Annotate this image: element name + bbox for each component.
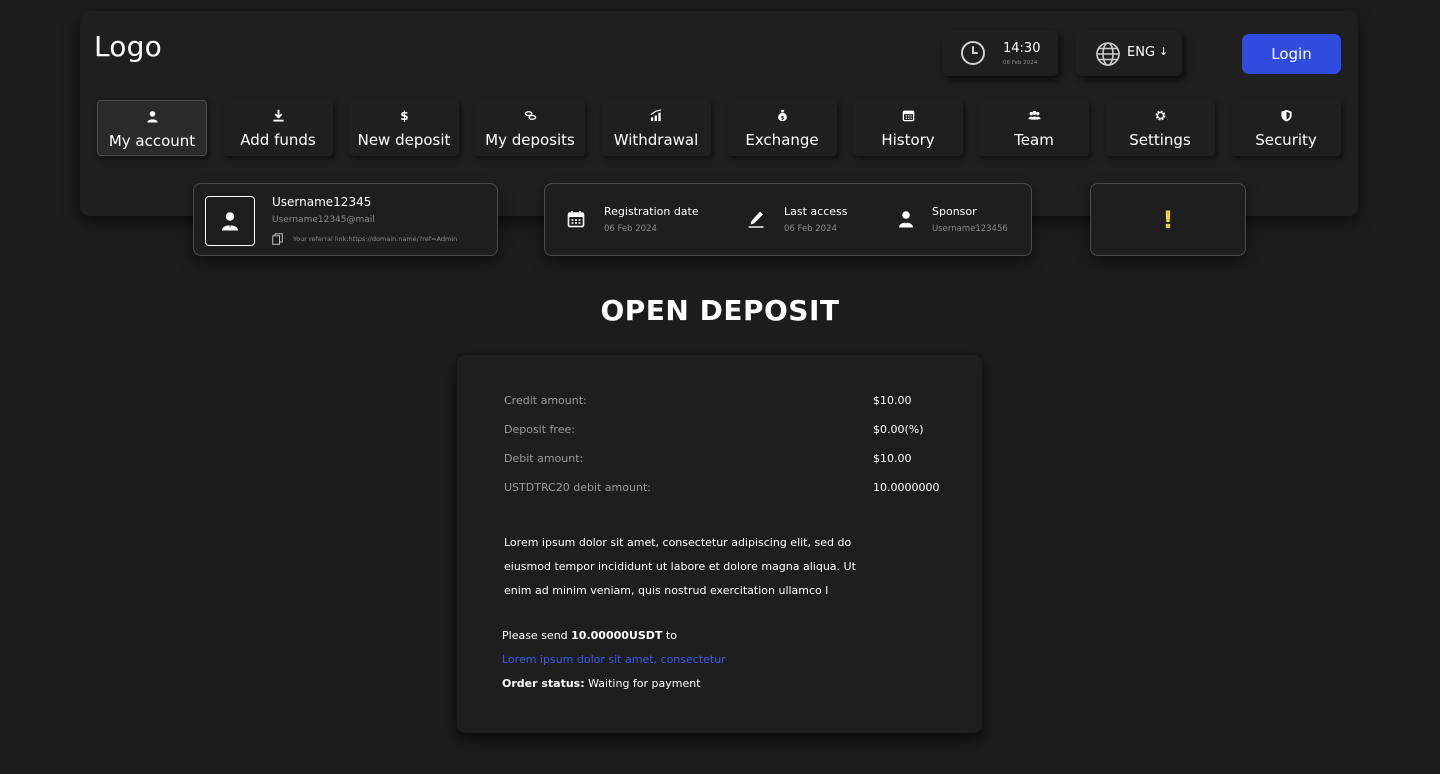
- referral-link[interactable]: Your referral link:https://domain.name/?…: [293, 235, 457, 243]
- pen-icon: [748, 211, 764, 228]
- logo[interactable]: Logo: [94, 30, 162, 63]
- last-access-value: 06 Feb 2024: [784, 224, 837, 234]
- usdt-debit-value: 10.0000000: [873, 481, 940, 494]
- avatar[interactable]: [205, 196, 255, 246]
- deposit-description: Lorem ipsum dolor sit amet, consectetur …: [504, 536, 856, 597]
- nav-label: Settings: [1129, 131, 1191, 149]
- dollar-icon: $: [397, 108, 411, 122]
- debit-amount-label: Debit amount:: [504, 452, 584, 465]
- language-selector[interactable]: ENG ↓: [1076, 30, 1182, 76]
- nav-label: Withdrawal: [613, 131, 699, 149]
- nav-item-withdrawal[interactable]: Withdrawal: [601, 100, 711, 156]
- nav-label: Team: [1014, 131, 1054, 149]
- deposit-card: Credit amount: $10.00 Deposit free: $0.0…: [457, 355, 982, 733]
- nav-item-settings[interactable]: Settings: [1105, 100, 1215, 156]
- send-prefix: Please send: [502, 629, 572, 642]
- nav-label: Security: [1255, 131, 1317, 149]
- language-label: ENG: [1127, 45, 1156, 60]
- usdt-debit-label: USTDTRC20 debit amount:: [504, 481, 651, 494]
- order-status-value: Waiting for payment: [584, 677, 701, 690]
- nav-label: History: [881, 131, 935, 149]
- user-avatar-icon: [222, 212, 238, 231]
- chevron-down-icon: ↓: [1159, 45, 1169, 58]
- deposit-fee-value: $0.00(%): [873, 423, 924, 436]
- clock-icon: [961, 41, 985, 65]
- svg-text:$: $: [400, 109, 408, 122]
- nav-item-add-funds[interactable]: Add funds: [223, 100, 333, 156]
- send-instruction: Please send 10.00000USDT to: [502, 629, 677, 642]
- nav-item-my-deposits[interactable]: My deposits: [475, 100, 585, 156]
- money-bag-icon: $: [775, 108, 789, 122]
- copy-icon[interactable]: [272, 233, 283, 245]
- user-icon: [145, 109, 159, 123]
- calendar-icon: [901, 108, 915, 122]
- alert-icon: !: [1162, 205, 1174, 234]
- main-nav: My account Add funds $ New deposit My de…: [97, 100, 1349, 156]
- globe-icon: [1096, 42, 1120, 66]
- chart-up-icon: [649, 108, 663, 122]
- alert-card[interactable]: !: [1090, 183, 1246, 256]
- calendar-icon: [567, 211, 585, 228]
- order-status: Order status: Waiting for payment: [502, 677, 701, 690]
- nav-label: My deposits: [485, 131, 575, 149]
- registration-date-label: Registration date: [604, 205, 699, 218]
- user-email: Username12345@mail: [272, 215, 375, 225]
- nav-label: My account: [108, 132, 196, 150]
- page-title: OPEN DEPOSIT: [600, 294, 840, 327]
- nav-item-my-account[interactable]: My account: [97, 100, 207, 156]
- nav-label: New deposit: [357, 131, 451, 149]
- account-info-card: Registration date 06 Feb 2024 Last acces…: [544, 183, 1032, 256]
- clock-time: 14:30: [1003, 41, 1041, 56]
- last-access-label: Last access: [784, 205, 848, 218]
- nav-item-history[interactable]: History: [853, 100, 963, 156]
- login-button[interactable]: Login: [1242, 34, 1341, 74]
- coins-icon: [523, 108, 537, 122]
- nav-label: Add funds: [240, 131, 316, 149]
- gear-icon: [1153, 108, 1167, 122]
- nav-item-security[interactable]: Security: [1231, 100, 1341, 156]
- sponsor-value: Username123456: [932, 224, 1008, 234]
- credit-amount-label: Credit amount:: [504, 394, 587, 407]
- sponsor-icon: [899, 211, 913, 228]
- user-card: Username12345 Username12345@mail Your re…: [193, 183, 498, 256]
- credit-amount-value: $10.00: [873, 394, 912, 407]
- username: Username12345: [272, 195, 372, 209]
- deposit-fee-label: Deposit free:: [504, 423, 575, 436]
- debit-amount-value: $10.00: [873, 452, 912, 465]
- team-icon: [1027, 108, 1041, 122]
- registration-date-value: 06 Feb 2024: [604, 224, 657, 234]
- svg-text:$: $: [780, 115, 784, 121]
- send-suffix: to: [662, 629, 677, 642]
- nav-item-new-deposit[interactable]: $ New deposit: [349, 100, 459, 156]
- order-status-label: Order status:: [502, 677, 585, 690]
- shield-icon: [1279, 108, 1293, 122]
- download-icon: [271, 108, 285, 122]
- send-amount: 10.00000USDT: [571, 629, 663, 642]
- wallet-address-link[interactable]: Lorem ipsum dolor sit amet, consectetur: [502, 653, 726, 666]
- sponsor-label: Sponsor: [932, 205, 977, 218]
- nav-label: Exchange: [745, 131, 819, 149]
- clock-widget: 14:30 06 Feb 2024: [942, 30, 1058, 76]
- nav-item-team[interactable]: Team: [979, 100, 1089, 156]
- nav-item-exchange[interactable]: $ Exchange: [727, 100, 837, 156]
- clock-date: 06 Feb 2024: [1003, 60, 1038, 66]
